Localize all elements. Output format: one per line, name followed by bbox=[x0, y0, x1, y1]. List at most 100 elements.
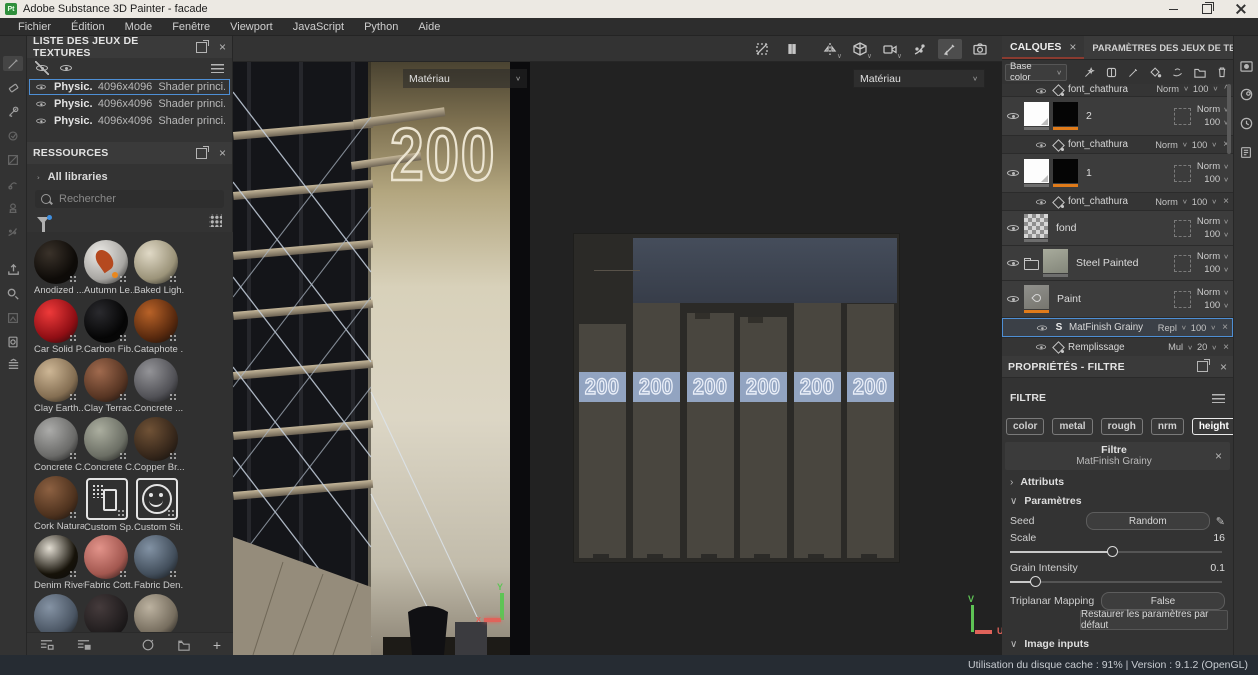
layer-row-fond[interactable]: fond Norm∨ 100∨ bbox=[1002, 211, 1233, 245]
layer-eye-icon[interactable] bbox=[1006, 166, 1020, 180]
menu-item-aide[interactable]: Aide bbox=[408, 18, 450, 36]
visibility-icon[interactable] bbox=[59, 61, 73, 75]
resource-item[interactable]: Concrete ... bbox=[134, 358, 184, 417]
menu-item-viewport[interactable]: Viewport bbox=[220, 18, 283, 36]
blend-mode[interactable]: Norm bbox=[1197, 104, 1220, 115]
blend-mode[interactable]: Norm bbox=[1197, 251, 1220, 262]
filter-funnel-icon[interactable] bbox=[37, 217, 49, 224]
blend-mode[interactable]: Norm bbox=[1155, 140, 1178, 150]
resource-item[interactable]: Cataphote ... bbox=[134, 299, 184, 358]
resource-item[interactable] bbox=[134, 594, 184, 632]
resource-item[interactable]: Concrete C... bbox=[84, 417, 134, 476]
layer-eye-icon[interactable] bbox=[1006, 221, 1020, 235]
resource-item[interactable]: Fabric Den... bbox=[134, 535, 184, 594]
resource-item[interactable]: Custom Sti... bbox=[134, 476, 184, 535]
attributes-section-toggle[interactable]: › Attributs bbox=[1010, 476, 1064, 488]
tab-parametres-jeux-textures[interactable]: PARAMÈTRES DES JEUX DE TEXTURES bbox=[1084, 36, 1258, 59]
viewport-3d[interactable]: 200 Matériau ∨ Y x bbox=[233, 62, 530, 655]
symmetry-button[interactable]: ∨ bbox=[818, 39, 842, 59]
materials-shelf-icon[interactable] bbox=[3, 286, 23, 301]
resource-item[interactable]: Concrete C... bbox=[34, 417, 84, 476]
scale-slider[interactable] bbox=[1010, 546, 1222, 558]
resource-item[interactable]: Autumn Le... bbox=[84, 240, 134, 299]
texture-set-eye-icon[interactable] bbox=[35, 81, 46, 92]
triplanar-toggle-button[interactable]: False bbox=[1101, 592, 1225, 610]
texture-set-eye-icon[interactable] bbox=[35, 98, 46, 109]
resource-item[interactable] bbox=[84, 594, 134, 632]
opacity-value[interactable]: 100 bbox=[1204, 300, 1220, 311]
group-folder-icon[interactable] bbox=[1024, 258, 1039, 269]
menu-item-edition[interactable]: Édition bbox=[61, 18, 115, 36]
slider-track[interactable] bbox=[1010, 581, 1222, 583]
opacity-value[interactable]: 100 bbox=[1204, 229, 1220, 240]
add-effect-icon[interactable] bbox=[1083, 66, 1096, 79]
project-folder-icon[interactable] bbox=[177, 639, 191, 651]
layer-mask-thumbnail[interactable] bbox=[1053, 102, 1078, 126]
particles-tool[interactable] bbox=[3, 224, 23, 239]
clear-filter-icon[interactable]: × bbox=[1215, 451, 1222, 461]
delete-layer-icon[interactable] bbox=[1216, 66, 1228, 79]
add-smart-material-icon[interactable] bbox=[1171, 66, 1184, 79]
polygon-fill-tool[interactable] bbox=[3, 128, 23, 143]
projection-tool[interactable] bbox=[3, 104, 23, 119]
menu-item-fenetre[interactable]: Fenêtre bbox=[162, 18, 220, 36]
layer-content-thumbnail[interactable] bbox=[1024, 102, 1049, 126]
tab-calques[interactable]: CALQUES × bbox=[1002, 36, 1084, 59]
shelf-icon[interactable] bbox=[3, 358, 23, 373]
layer-mask-thumbnail[interactable] bbox=[1053, 159, 1078, 183]
layer-effect-row-matfinish-grainy[interactable]: S MatFinish Grainy Repl∨ 100∨ × bbox=[1002, 318, 1233, 337]
history-icon[interactable] bbox=[1239, 116, 1254, 131]
grain-intensity-slider[interactable] bbox=[1010, 576, 1222, 588]
scale-value[interactable]: 16 bbox=[1213, 532, 1225, 544]
brush-mode-button[interactable] bbox=[938, 39, 962, 59]
close-panel-icon[interactable]: × bbox=[1220, 362, 1227, 372]
opacity-value[interactable]: 100 bbox=[1193, 84, 1209, 94]
channel-selector[interactable]: Base color ∨ bbox=[1005, 64, 1067, 81]
menu-item-mode[interactable]: Mode bbox=[115, 18, 163, 36]
search-box[interactable] bbox=[35, 190, 224, 208]
layer-content-thumbnail[interactable] bbox=[1024, 159, 1049, 183]
close-panel-icon[interactable]: × bbox=[219, 42, 226, 52]
layer-eye-icon[interactable] bbox=[1035, 85, 1047, 96]
menu-item-javascript[interactable]: JavaScript bbox=[283, 18, 354, 36]
channel-metal-button[interactable]: metal bbox=[1052, 418, 1092, 435]
layer-content-thumbnail[interactable] bbox=[1024, 285, 1049, 309]
texture-set-options-icon[interactable] bbox=[211, 64, 224, 73]
layer-row-paint[interactable]: Paint Norm∨ 100∨ bbox=[1002, 281, 1233, 317]
stamp-tool[interactable] bbox=[3, 200, 23, 215]
grid-view-icon[interactable] bbox=[209, 214, 222, 227]
undock-panel-icon[interactable] bbox=[196, 42, 207, 53]
opacity-value[interactable]: 100 bbox=[1204, 174, 1220, 185]
menu-item-fichier[interactable]: Fichier bbox=[8, 18, 61, 36]
opacity-value[interactable]: 100 bbox=[1191, 323, 1207, 333]
layer-group-row-steel-painted[interactable]: Steel Painted Norm∨ 100∨ bbox=[1002, 246, 1233, 280]
slider-handle[interactable] bbox=[1107, 546, 1118, 557]
close-panel-icon[interactable]: × bbox=[219, 148, 226, 158]
texture-set-row[interactable]: Physic... 4096x4096 Shader princi... bbox=[29, 96, 230, 112]
channel-rough-button[interactable]: rough bbox=[1101, 418, 1143, 435]
edit-seed-icon[interactable]: ✎ bbox=[1216, 515, 1225, 528]
material-dropdown-2d[interactable]: Matériau ∨ bbox=[853, 69, 985, 88]
resource-item[interactable]: Custom Sp... bbox=[84, 476, 134, 535]
layer-effect-row[interactable]: font_chathura Norm∨ 100∨ × bbox=[1002, 193, 1233, 210]
slider-handle[interactable] bbox=[1030, 576, 1041, 587]
grain-intensity-value[interactable]: 0.1 bbox=[1210, 562, 1225, 574]
blend-mode[interactable]: Norm bbox=[1197, 161, 1220, 172]
channel-color-button[interactable]: color bbox=[1006, 418, 1044, 435]
log-icon[interactable] bbox=[1239, 145, 1253, 160]
blend-mode[interactable]: Norm bbox=[1156, 84, 1179, 94]
import-resources-icon[interactable] bbox=[39, 638, 54, 651]
screenshot-button[interactable] bbox=[968, 39, 992, 59]
seed-random-button[interactable]: Random bbox=[1086, 512, 1210, 530]
resource-item[interactable]: Copper Br... bbox=[134, 417, 184, 476]
layer-eye-icon[interactable] bbox=[1006, 292, 1020, 306]
resource-item[interactable]: Cork Natural bbox=[34, 476, 84, 535]
resource-item[interactable]: Carbon Fib... bbox=[84, 299, 134, 358]
layer-eye-icon[interactable] bbox=[1006, 256, 1020, 270]
add-group-icon[interactable] bbox=[1193, 66, 1207, 78]
smart-masks-icon[interactable] bbox=[3, 334, 23, 349]
search-input[interactable] bbox=[57, 192, 201, 206]
add-mask-icon[interactable] bbox=[1105, 66, 1118, 79]
eraser-tool[interactable] bbox=[3, 80, 23, 95]
blend-mode[interactable]: Norm bbox=[1197, 216, 1220, 227]
